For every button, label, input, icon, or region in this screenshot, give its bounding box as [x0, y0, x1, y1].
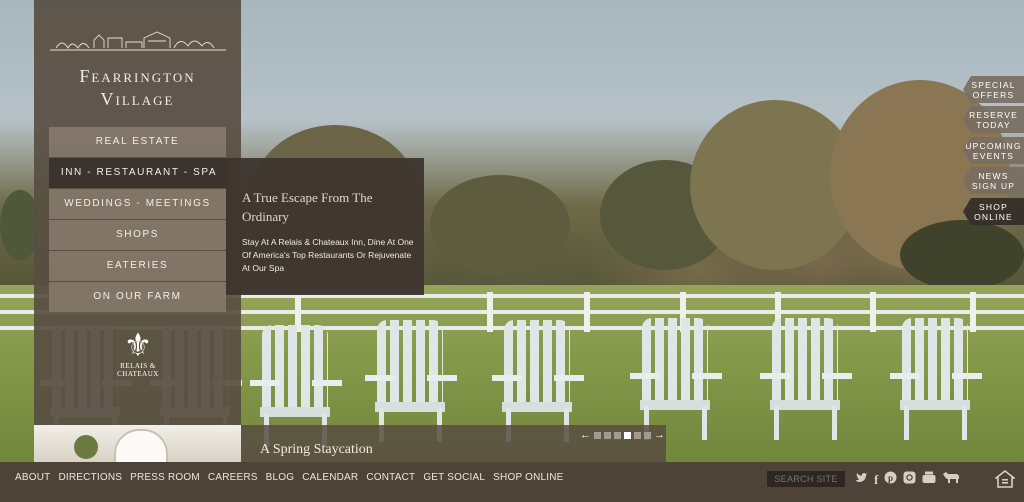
flyout-title[interactable]: A True Escape From The Ordinary [242, 188, 412, 226]
adirondack-chair [890, 318, 982, 440]
footer-link-careers[interactable]: CAREERS [208, 472, 258, 483]
equal-housing-icon[interactable] [995, 470, 1015, 488]
svg-text:p: p [888, 473, 893, 483]
pinterest-icon[interactable]: p [884, 471, 897, 488]
fleur-de-lis-icon: ⚜ [123, 327, 153, 363]
footer-link-calendar[interactable]: CALENDAR [302, 472, 358, 483]
arrow-left-icon[interactable]: ← [580, 429, 591, 441]
relais-text-line2: CHATEAUX [117, 370, 159, 378]
menu-item-on-our-farm[interactable]: ON OUR FARM [49, 282, 226, 312]
inn-flyout-panel: A True Escape From The Ordinary Stay At … [226, 158, 424, 295]
footer-link-shop-online[interactable]: SHOP ONLINE [493, 472, 563, 483]
tab-label-line2: OFFERS [972, 90, 1015, 100]
arrow-right-icon[interactable]: → [654, 429, 665, 441]
main-menu: REAL ESTATE INN - RESTAURANT - SPA WEDDI… [49, 127, 229, 313]
relais-text-line1: RELAIS & [120, 362, 156, 370]
tab-label-line2: EVENTS [972, 151, 1015, 161]
youtube-icon[interactable] [922, 471, 936, 488]
adirondack-chair [630, 318, 722, 440]
tab-special-offers[interactable]: SPECIAL OFFERS [963, 76, 1024, 103]
menu-item-inn-restaurant-spa[interactable]: INN - RESTAURANT - SPA [49, 158, 229, 188]
social-links: f p [855, 471, 960, 488]
main-nav-panel: Fearrington Village REAL ESTATE INN - RE… [34, 0, 241, 425]
adirondack-chair [760, 318, 852, 440]
flyout-description: Stay At A Relais & Chateaux Inn, Dine At… [242, 237, 414, 273]
footer-link-contact[interactable]: CONTACT [366, 472, 415, 483]
slideshow-caption-bar: A Spring Staycation ← → [34, 425, 666, 462]
tab-label-line1: SPECIAL [971, 80, 1016, 90]
tab-upcoming-events[interactable]: UPCOMING EVENTS [963, 137, 1024, 164]
slide-dot[interactable] [614, 431, 621, 439]
twitter-icon[interactable] [855, 472, 868, 488]
footer-links: ABOUT DIRECTIONS PRESS ROOM CAREERS BLOG… [15, 472, 564, 483]
instagram-icon[interactable] [903, 471, 916, 488]
tab-shop-online[interactable]: SHOP ONLINE [963, 198, 1024, 225]
slide-dot[interactable] [594, 431, 601, 439]
footer-bar: ABOUT DIRECTIONS PRESS ROOM CAREERS BLOG… [0, 462, 1024, 502]
footer-link-about[interactable]: ABOUT [15, 472, 50, 483]
slide-thumbnail[interactable] [34, 425, 241, 462]
adirondack-chair [365, 320, 457, 442]
brand-title-line1[interactable]: Fearrington [34, 66, 241, 87]
tab-news-sign-up[interactable]: NEWS SIGN UP [963, 167, 1024, 194]
tree [430, 175, 570, 275]
footer-link-directions[interactable]: DIRECTIONS [58, 472, 122, 483]
menu-item-real-estate[interactable]: REAL ESTATE [49, 127, 226, 157]
slide-dot-active[interactable] [624, 431, 631, 439]
menu-item-weddings-meetings[interactable]: WEDDINGS - MEETINGS [49, 189, 226, 219]
tab-label-line1: SHOP [979, 202, 1008, 212]
slide-dot[interactable] [644, 431, 651, 439]
tab-label-line2: TODAY [976, 120, 1011, 130]
tab-reserve-today[interactable]: RESERVE TODAY [963, 106, 1024, 133]
footer-link-blog[interactable]: BLOG [266, 472, 295, 483]
footer-link-press-room[interactable]: PRESS ROOM [130, 472, 200, 483]
tab-label-line1: UPCOMING [965, 141, 1022, 151]
plant [74, 435, 98, 459]
slide-dot[interactable] [634, 431, 641, 439]
search-input[interactable] [767, 471, 845, 487]
fence-post [584, 292, 590, 332]
brand-title-line2[interactable]: Village [34, 89, 241, 110]
tab-label-line2: ONLINE [974, 212, 1013, 222]
facebook-icon[interactable]: f [874, 472, 878, 488]
footer-link-get-social[interactable]: GET SOCIAL [423, 472, 485, 483]
menu-item-shops[interactable]: SHOPS [49, 220, 226, 250]
tab-label-line1: RESERVE [969, 110, 1018, 120]
slide-caption[interactable]: A Spring Staycation [260, 442, 373, 458]
relais-chateaux-logo[interactable]: ⚜ RELAIS & CHATEAUX [108, 328, 168, 378]
cow-icon[interactable] [942, 471, 960, 488]
menu-item-eateries[interactable]: EATERIES [49, 251, 226, 281]
fence-post [870, 292, 876, 332]
tab-label-line1: NEWS [978, 171, 1009, 181]
tree [900, 220, 1024, 290]
window-arch [114, 429, 168, 462]
slide-pager: ← → [580, 429, 665, 441]
adirondack-chair [492, 320, 584, 442]
slide-dot[interactable] [604, 431, 611, 439]
farm-skyline-icon[interactable] [48, 28, 228, 54]
tab-label-line2: SIGN UP [971, 181, 1016, 191]
